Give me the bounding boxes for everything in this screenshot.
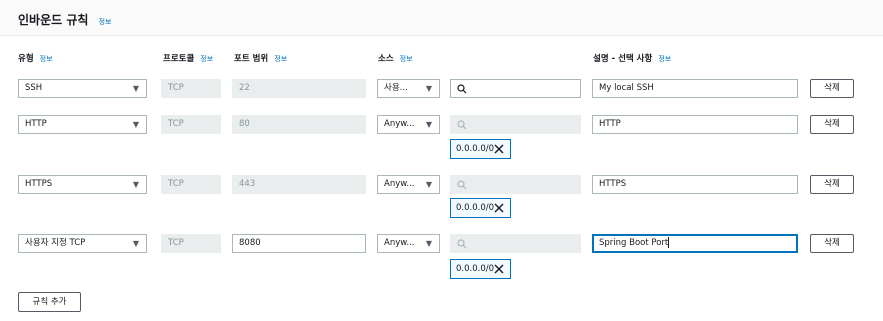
- section-title-text: 인바운드 규칙: [18, 13, 89, 27]
- port-value: 443: [239, 179, 256, 189]
- source-type-select[interactable]: 사용... ▼: [377, 79, 440, 98]
- section-info-link[interactable]: 정보: [99, 18, 112, 26]
- chevron-down-icon: ▼: [425, 120, 432, 129]
- port-value: 22: [239, 83, 250, 93]
- protocol-field: TCP: [161, 115, 221, 134]
- search-icon: [457, 239, 467, 249]
- col-protocol-info-link[interactable]: 정보: [200, 55, 213, 63]
- chevron-down-icon: ▼: [132, 120, 139, 129]
- port-range-field: 443: [232, 175, 366, 194]
- close-icon[interactable]: [494, 264, 504, 274]
- col-label-port-range: 포트 범위 정보: [234, 52, 287, 64]
- source-type-value: Anyw...: [384, 179, 415, 189]
- type-select-value: 사용자 지정 TCP: [25, 238, 86, 248]
- chevron-down-icon: ▼: [425, 180, 432, 189]
- source-search-input[interactable]: [450, 79, 581, 98]
- port-range-field: 22: [232, 79, 366, 98]
- cidr-token: 0.0.0.0/0: [450, 259, 511, 279]
- col-label-protocol: 프로토콜 정보: [163, 52, 213, 64]
- type-select-value: HTTPS: [25, 179, 53, 189]
- col-type-text: 유형: [18, 54, 34, 64]
- add-rule-button[interactable]: 규칙 추가: [18, 292, 81, 312]
- chevron-down-icon: ▼: [425, 84, 432, 93]
- search-icon: [457, 120, 467, 130]
- source-type-value: Anyw...: [384, 119, 415, 129]
- port-range-field: 80: [232, 115, 366, 134]
- type-select[interactable]: HTTP ▼: [18, 115, 147, 134]
- cidr-token: 0.0.0.0/0: [450, 198, 511, 218]
- protocol-field: TCP: [161, 79, 221, 98]
- cidr-token-label: 0.0.0.0/0: [456, 264, 495, 274]
- cidr-token: 0.0.0.0/0: [450, 139, 511, 159]
- description-value: My local SSH: [599, 83, 654, 93]
- col-source-info-link[interactable]: 정보: [400, 55, 413, 63]
- description-input[interactable]: Spring Boot Port: [592, 234, 798, 253]
- text-cursor: [668, 237, 670, 248]
- description-value: Spring Boot Port: [599, 238, 669, 248]
- delete-rule-button[interactable]: 삭제: [810, 234, 854, 253]
- protocol-value: TCP: [168, 179, 184, 189]
- delete-rule-button[interactable]: 삭제: [810, 115, 854, 134]
- chevron-down-icon: ▼: [132, 84, 139, 93]
- col-description-info-link[interactable]: 정보: [658, 55, 671, 63]
- col-label-type: 유형 정보: [18, 52, 53, 64]
- protocol-value: TCP: [168, 83, 184, 93]
- search-icon: [457, 84, 467, 94]
- description-input[interactable]: HTTP: [592, 115, 798, 134]
- port-range-input[interactable]: 8080: [232, 234, 366, 253]
- type-select-value: SSH: [25, 83, 43, 93]
- source-search-input[interactable]: [450, 234, 581, 253]
- section-header: 인바운드 규칙 정보: [0, 0, 883, 36]
- chevron-down-icon: ▼: [132, 239, 139, 248]
- cidr-token-label: 0.0.0.0/0: [456, 203, 495, 213]
- protocol-value: TCP: [168, 119, 184, 129]
- source-search-input[interactable]: [450, 175, 581, 194]
- protocol-field: TCP: [161, 234, 221, 253]
- type-select[interactable]: HTTPS ▼: [18, 175, 147, 194]
- search-icon: [457, 180, 467, 190]
- type-select[interactable]: SSH ▼: [18, 79, 147, 98]
- port-value: 80: [239, 119, 250, 129]
- chevron-down-icon: ▼: [425, 239, 432, 248]
- source-search-input[interactable]: [450, 115, 581, 134]
- close-icon[interactable]: [494, 203, 504, 213]
- description-input[interactable]: HTTPS: [592, 175, 798, 194]
- source-type-select[interactable]: Anyw... ▼: [377, 175, 440, 194]
- port-value: 8080: [239, 238, 261, 248]
- source-type-value: 사용...: [384, 83, 408, 93]
- source-type-value: Anyw...: [384, 238, 415, 248]
- source-type-select[interactable]: Anyw... ▼: [377, 115, 440, 134]
- col-description-text: 설명 - 선택 사항: [593, 54, 653, 64]
- chevron-down-icon: ▼: [132, 180, 139, 189]
- close-icon[interactable]: [494, 144, 504, 154]
- col-port-text: 포트 범위: [234, 54, 269, 64]
- col-type-info-link[interactable]: 정보: [40, 55, 53, 63]
- description-value: HTTPS: [599, 179, 627, 189]
- col-protocol-text: 프로토콜: [163, 54, 195, 64]
- description-value: HTTP: [599, 119, 621, 129]
- source-type-select[interactable]: Anyw... ▼: [377, 234, 440, 253]
- col-source-text: 소스: [378, 54, 394, 64]
- type-select[interactable]: 사용자 지정 TCP ▼: [18, 234, 147, 253]
- section-title: 인바운드 규칙 정보: [18, 11, 112, 28]
- protocol-value: TCP: [168, 238, 184, 248]
- cidr-token-label: 0.0.0.0/0: [456, 144, 495, 154]
- delete-rule-button[interactable]: 삭제: [810, 79, 854, 98]
- description-input[interactable]: My local SSH: [592, 79, 798, 98]
- col-port-info-link[interactable]: 정보: [274, 55, 287, 63]
- type-select-value: HTTP: [25, 119, 47, 129]
- protocol-field: TCP: [161, 175, 221, 194]
- col-label-source: 소스 정보: [378, 52, 413, 64]
- delete-rule-button[interactable]: 삭제: [810, 175, 854, 194]
- col-label-description: 설명 - 선택 사항 정보: [593, 52, 671, 64]
